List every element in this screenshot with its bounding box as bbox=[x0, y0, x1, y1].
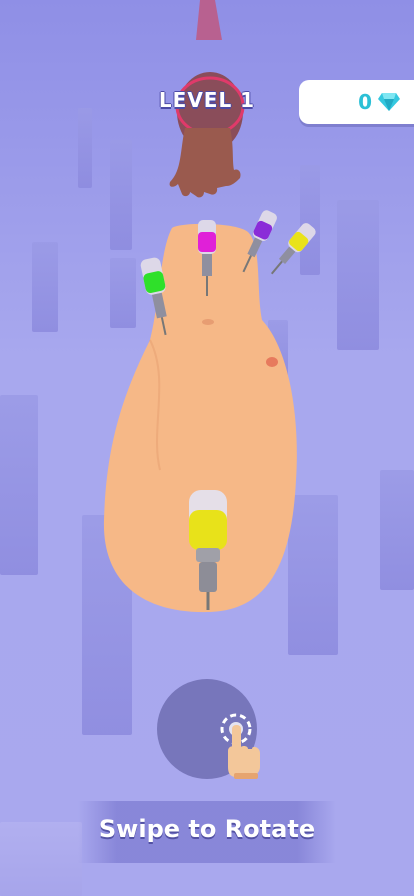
game-scene[interactable]: LEVEL 1 0 Swipe to Rotate bbox=[0, 0, 414, 896]
syringe-yellow-small bbox=[270, 223, 316, 275]
tap-hand-icon bbox=[220, 713, 260, 779]
gem-counter: 0 bbox=[299, 80, 414, 124]
gem-count: 0 bbox=[358, 90, 372, 114]
enemy-hand bbox=[169, 128, 241, 198]
diamond-icon bbox=[378, 93, 400, 111]
enemy-arm bbox=[196, 0, 222, 40]
swipe-instruction: Swipe to Rotate bbox=[98, 815, 316, 843]
